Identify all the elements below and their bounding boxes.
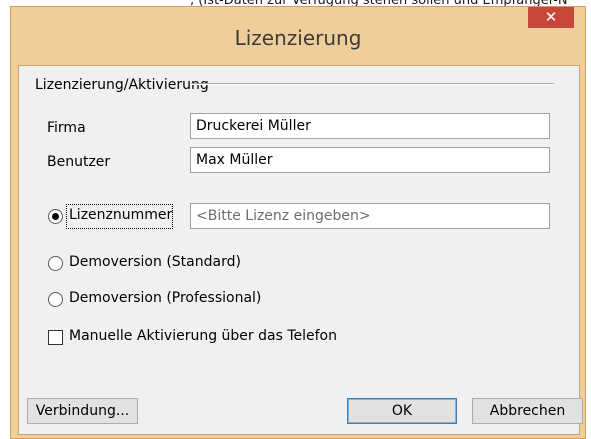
benutzer-input[interactable]: Max Müller bbox=[190, 147, 550, 173]
demo-standard-label[interactable]: Demoversion (Standard) bbox=[69, 254, 241, 270]
radio-selected-dot bbox=[52, 213, 59, 220]
title-bar[interactable]: Lizenzierung ✕ bbox=[11, 7, 585, 66]
cancel-button[interactable]: Abbrechen bbox=[472, 398, 583, 424]
close-icon: ✕ bbox=[544, 8, 558, 26]
group-label: Lizenzierung/Aktivierung bbox=[35, 77, 209, 93]
manual-activation-label[interactable]: Manuelle Aktivierung über das Telefon bbox=[69, 328, 337, 344]
license-key-input[interactable]: <Bitte Lizenz eingeben> bbox=[190, 203, 550, 229]
firma-label: Firma bbox=[47, 120, 86, 136]
demo-professional-radio[interactable] bbox=[48, 292, 63, 307]
manual-activation-checkbox[interactable] bbox=[48, 330, 63, 345]
dialog-title: Lizenzierung bbox=[234, 26, 362, 50]
connection-button[interactable]: Verbindung... bbox=[27, 398, 138, 424]
demo-standard-radio[interactable] bbox=[48, 256, 63, 271]
lizenznummer-label[interactable]: Lizenznummer bbox=[69, 207, 172, 223]
firma-input[interactable]: Druckerei Müller bbox=[190, 113, 550, 139]
ok-button[interactable]: OK bbox=[347, 398, 457, 424]
lizenznummer-radio[interactable] bbox=[48, 209, 63, 224]
group-divider bbox=[191, 83, 554, 85]
demo-professional-label[interactable]: Demoversion (Professional) bbox=[69, 290, 261, 306]
benutzer-label: Benutzer bbox=[47, 154, 111, 170]
close-button[interactable]: ✕ bbox=[528, 7, 574, 28]
